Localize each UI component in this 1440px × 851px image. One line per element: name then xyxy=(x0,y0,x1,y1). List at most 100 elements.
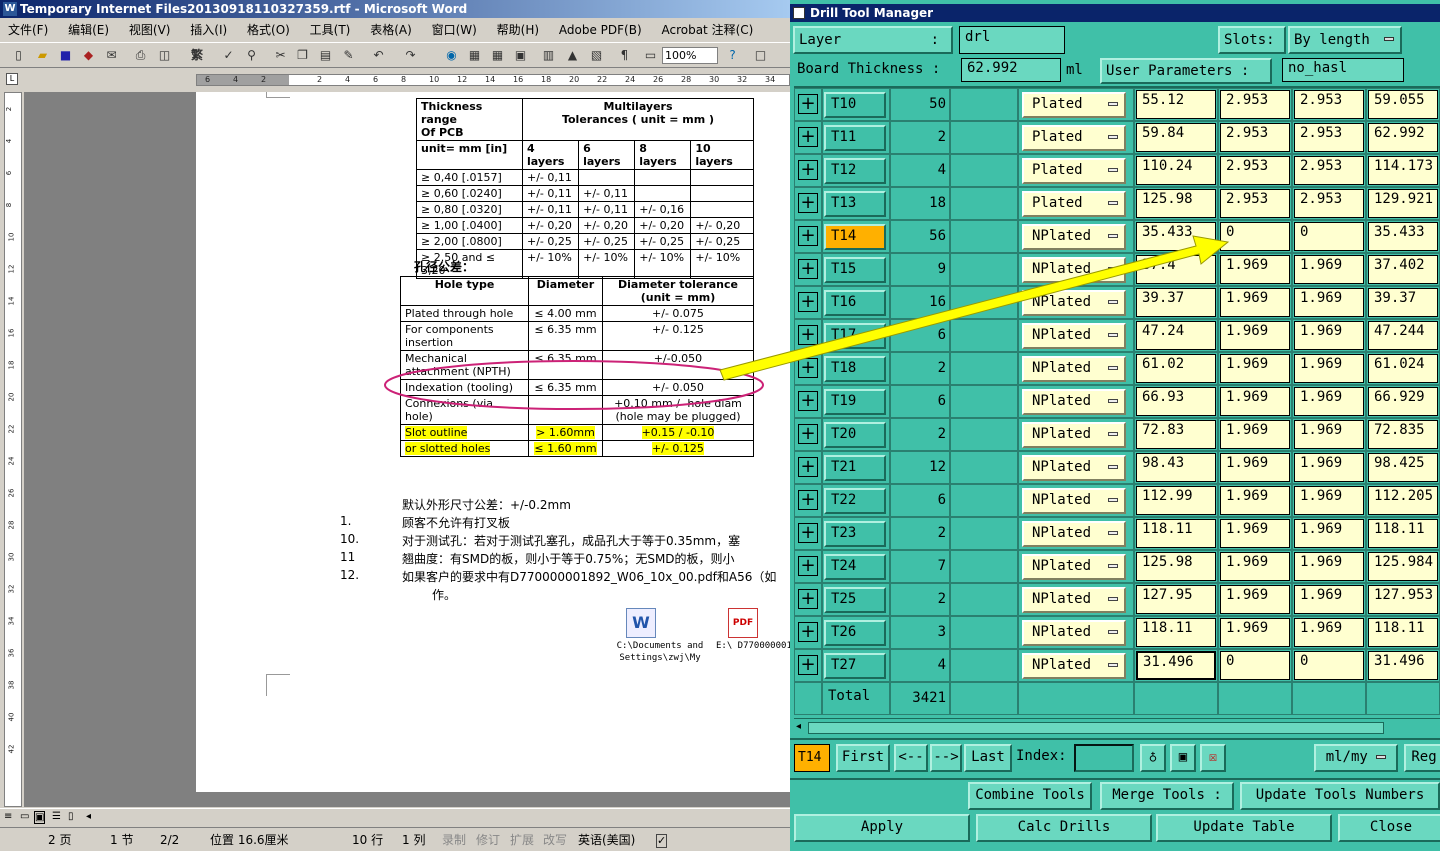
tool-value-c[interactable]: 1.969 xyxy=(1294,354,1364,383)
tool-value-c[interactable]: 0 xyxy=(1294,222,1364,251)
spelling-icon[interactable]: ✓ xyxy=(220,47,237,64)
close-button[interactable]: Close xyxy=(1338,814,1440,842)
menu-view[interactable]: 视图(V) xyxy=(121,19,179,41)
tool-button[interactable]: T25 xyxy=(824,587,886,613)
tool-value-d[interactable]: 127.953 xyxy=(1368,585,1438,614)
tool-value-a[interactable]: 127.95 xyxy=(1136,585,1216,614)
tool-value-a[interactable]: 35.433 xyxy=(1136,222,1216,251)
tool-value-c[interactable]: 1.969 xyxy=(1294,255,1364,284)
research-icon[interactable]: ⚲ xyxy=(243,47,260,64)
unit-select[interactable]: ml/my xyxy=(1314,744,1398,772)
tool-value-b[interactable]: 0 xyxy=(1220,651,1290,680)
tool-value-b[interactable]: 1.969 xyxy=(1220,255,1290,284)
tool-value-b[interactable]: 2.953 xyxy=(1220,156,1290,185)
drawing-icon[interactable]: ▲ xyxy=(564,47,581,64)
tables-borders-icon[interactable]: ▦ xyxy=(466,47,483,64)
new-doc-icon[interactable]: ▯ xyxy=(10,47,27,64)
tool-value-a[interactable]: 59.84 xyxy=(1136,123,1216,152)
tool-button[interactable]: T22 xyxy=(824,488,886,514)
expand-icon[interactable]: + xyxy=(798,490,818,510)
tool-value-c[interactable]: 1.969 xyxy=(1294,519,1364,548)
tool-value-d[interactable]: 112.205 xyxy=(1368,486,1438,515)
plating-select[interactable]: NPlated xyxy=(1022,356,1126,382)
tool-value-b[interactable]: 1.969 xyxy=(1220,519,1290,548)
expand-icon[interactable]: + xyxy=(798,391,818,411)
tool-value-a[interactable]: 66.93 xyxy=(1136,387,1216,416)
tool-value-a[interactable]: 72.83 xyxy=(1136,420,1216,449)
tool-button[interactable]: T12 xyxy=(824,158,886,184)
plating-select[interactable]: Plated xyxy=(1022,191,1126,217)
print-icon[interactable]: ⎙ xyxy=(132,47,149,64)
print-view-icon[interactable]: ▣ xyxy=(34,811,46,824)
zoom-select[interactable]: 100% xyxy=(662,47,718,64)
apply-button[interactable]: Apply xyxy=(794,814,970,842)
expand-icon[interactable]: + xyxy=(798,127,818,147)
next-button[interactable]: --> xyxy=(930,744,962,772)
menu-window[interactable]: 窗口(W) xyxy=(424,19,485,41)
permission-icon[interactable]: ◆ xyxy=(80,47,97,64)
reading-view-icon[interactable]: ▯ xyxy=(68,811,74,822)
expand-icon[interactable]: + xyxy=(798,325,818,345)
paste-icon[interactable]: ▤ xyxy=(317,47,334,64)
tool-value-d[interactable]: 118.11 xyxy=(1368,618,1438,647)
menu-table[interactable]: 表格(A) xyxy=(362,19,420,41)
plating-select[interactable]: NPlated xyxy=(1022,554,1126,580)
tool-value-c[interactable]: 2.953 xyxy=(1294,123,1364,152)
expand-icon[interactable]: + xyxy=(798,655,818,675)
status-extend[interactable]: 扩展 xyxy=(510,830,534,850)
tool-value-b[interactable]: 2.953 xyxy=(1220,189,1290,218)
status-track[interactable]: 修订 xyxy=(476,830,500,850)
expand-icon[interactable]: + xyxy=(798,457,818,477)
expand-icon[interactable]: + xyxy=(798,160,818,180)
expand-icon[interactable]: + xyxy=(798,193,818,213)
tool-value-b[interactable]: 1.969 xyxy=(1220,585,1290,614)
normal-view-icon[interactable]: ≡ xyxy=(4,811,12,822)
update-tools-numbers-button[interactable]: Update Tools Numbers xyxy=(1240,782,1440,810)
tool-value-c[interactable]: 1.969 xyxy=(1294,321,1364,350)
tool-button[interactable]: T21 xyxy=(824,455,886,481)
format-painter-icon[interactable]: ✎ xyxy=(340,47,357,64)
tool-value-a[interactable]: 39.37 xyxy=(1136,288,1216,317)
status-record[interactable]: 录制 xyxy=(442,830,466,850)
last-button[interactable]: Last xyxy=(964,744,1012,772)
tool-value-d[interactable]: 118.11 xyxy=(1368,519,1438,548)
scroll-left-icon[interactable]: ◂ xyxy=(86,811,91,822)
prev-button[interactable]: <-- xyxy=(894,744,928,772)
plating-select[interactable]: NPlated xyxy=(1022,455,1126,481)
word-attachment-icon[interactable]: W xyxy=(626,608,656,638)
outline-view-icon[interactable]: ☰ xyxy=(52,811,61,822)
tool-value-d[interactable]: 31.496 xyxy=(1368,651,1438,680)
plating-select[interactable]: NPlated xyxy=(1022,389,1126,415)
undo-icon[interactable]: ↶ xyxy=(370,47,387,64)
user-parameters-field[interactable]: no_hasl xyxy=(1282,58,1404,82)
plating-select[interactable]: NPlated xyxy=(1022,620,1126,646)
tool-value-d[interactable]: 98.425 xyxy=(1368,453,1438,482)
web-view-icon[interactable]: ▭ xyxy=(20,811,29,822)
save-table-icon[interactable]: ▣ xyxy=(1170,744,1196,772)
tool-value-a[interactable]: 112.99 xyxy=(1136,486,1216,515)
menu-format[interactable]: 格式(O) xyxy=(239,19,298,41)
plating-select[interactable]: Plated xyxy=(1022,92,1126,118)
scroll-left-icon[interactable]: ◂ xyxy=(796,721,801,732)
tool-button[interactable]: T18 xyxy=(824,356,886,382)
tool-value-d[interactable]: 129.921 xyxy=(1368,189,1438,218)
scroll-thumb[interactable] xyxy=(808,722,1384,734)
tool-button[interactable]: T27 xyxy=(824,653,886,679)
status-overtype[interactable]: 改写 xyxy=(543,830,567,850)
tool-value-a[interactable]: 118.11 xyxy=(1136,618,1216,647)
expand-icon[interactable]: + xyxy=(798,523,818,543)
plating-select[interactable]: NPlated xyxy=(1022,257,1126,283)
tool-button[interactable]: T13 xyxy=(824,191,886,217)
tool-value-c[interactable]: 1.969 xyxy=(1294,552,1364,581)
tool-value-c[interactable]: 0 xyxy=(1294,651,1364,680)
tool-value-a[interactable]: 31.496 xyxy=(1136,651,1216,680)
tool-button[interactable]: T20 xyxy=(824,422,886,448)
tool-value-c[interactable]: 2.953 xyxy=(1294,189,1364,218)
menu-file[interactable]: 文件(F) xyxy=(0,19,56,41)
tool-value-b[interactable]: 2.953 xyxy=(1220,90,1290,119)
tool-value-c[interactable]: 1.969 xyxy=(1294,288,1364,317)
tool-value-c[interactable]: 2.953 xyxy=(1294,156,1364,185)
tool-value-b[interactable]: 0 xyxy=(1220,222,1290,251)
menu-edit[interactable]: 编辑(E) xyxy=(60,19,117,41)
show-hide-icon[interactable]: ¶ xyxy=(616,47,633,64)
